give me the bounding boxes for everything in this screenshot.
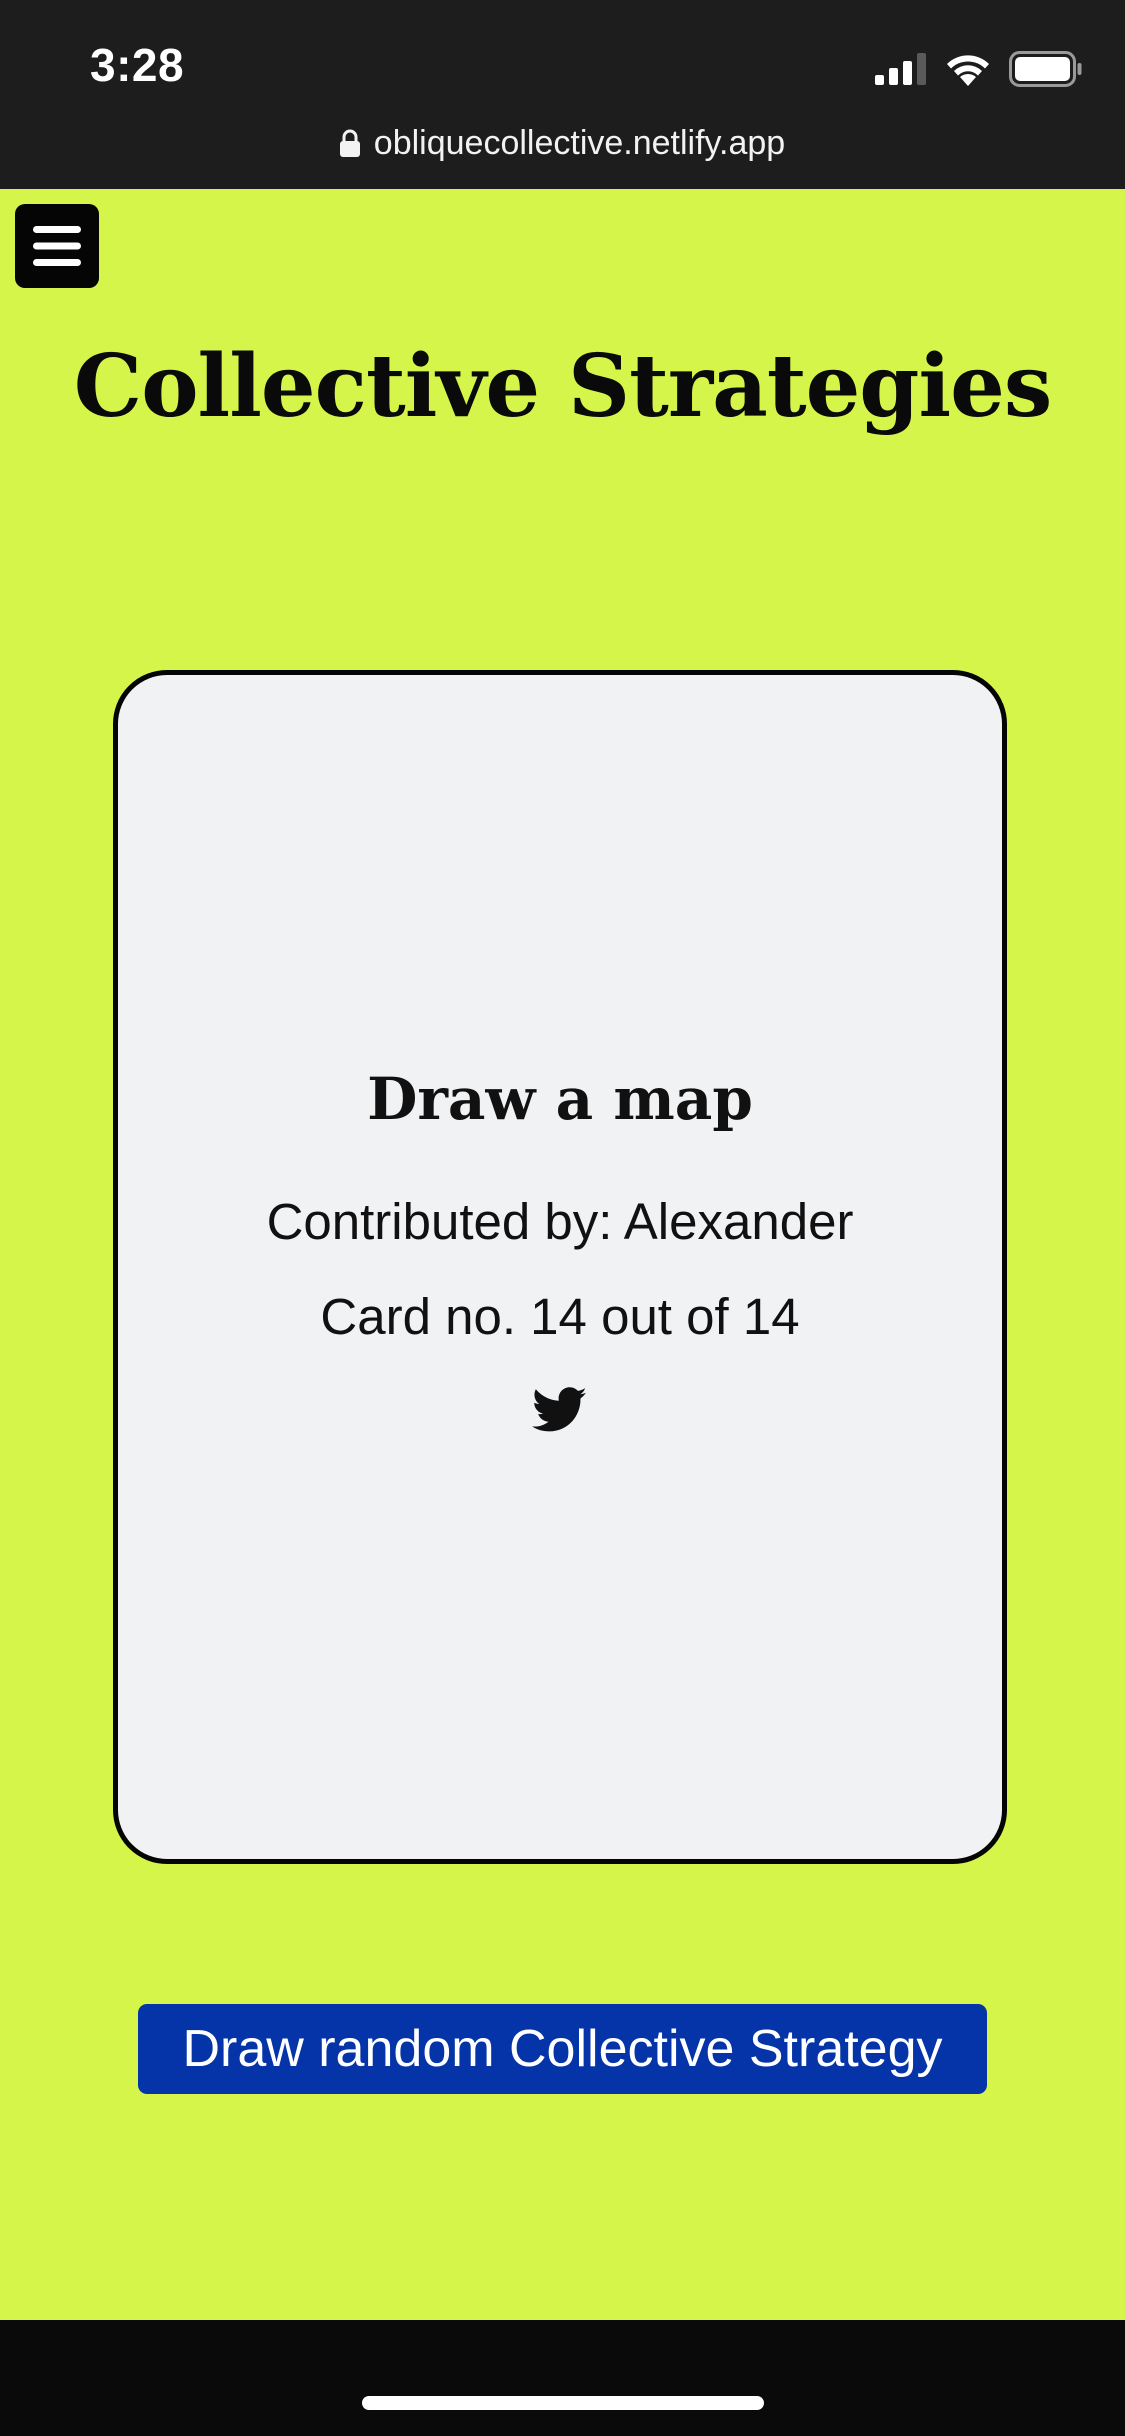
- hamburger-menu-icon: [33, 226, 81, 266]
- browser-chrome: 3:28 obliquecollective.netlify.app: [0, 0, 1125, 189]
- twitter-icon: [531, 1387, 587, 1432]
- page-title: Collective Strategies: [73, 336, 1053, 437]
- draw-random-strategy-button[interactable]: Draw random Collective Strategy: [138, 2004, 987, 2094]
- address-bar[interactable]: obliquecollective.netlify.app: [0, 118, 1125, 168]
- strategy-card: Draw a map Contributed by: Alexander Car…: [113, 670, 1007, 1864]
- card-number: Card no. 14 out of 14: [320, 1287, 800, 1345]
- url-text: obliquecollective.netlify.app: [373, 123, 786, 162]
- status-icons: [875, 48, 1083, 90]
- card-title: Draw a map: [367, 1065, 753, 1133]
- card-content: Draw a map Contributed by: Alexander Car…: [118, 1065, 1002, 1438]
- signal-icon: [875, 53, 926, 85]
- twitter-share-link[interactable]: [531, 1387, 588, 1433]
- lock-icon: [339, 129, 360, 157]
- status-time: 3:28: [90, 39, 185, 91]
- battery-icon: [1009, 51, 1082, 87]
- menu-button[interactable]: [15, 204, 99, 288]
- bottom-bar: [0, 2320, 1125, 2436]
- wifi-icon: [947, 55, 989, 86]
- card-contributor: Contributed by: Alexander: [266, 1192, 854, 1250]
- home-indicator[interactable]: [362, 2396, 764, 2410]
